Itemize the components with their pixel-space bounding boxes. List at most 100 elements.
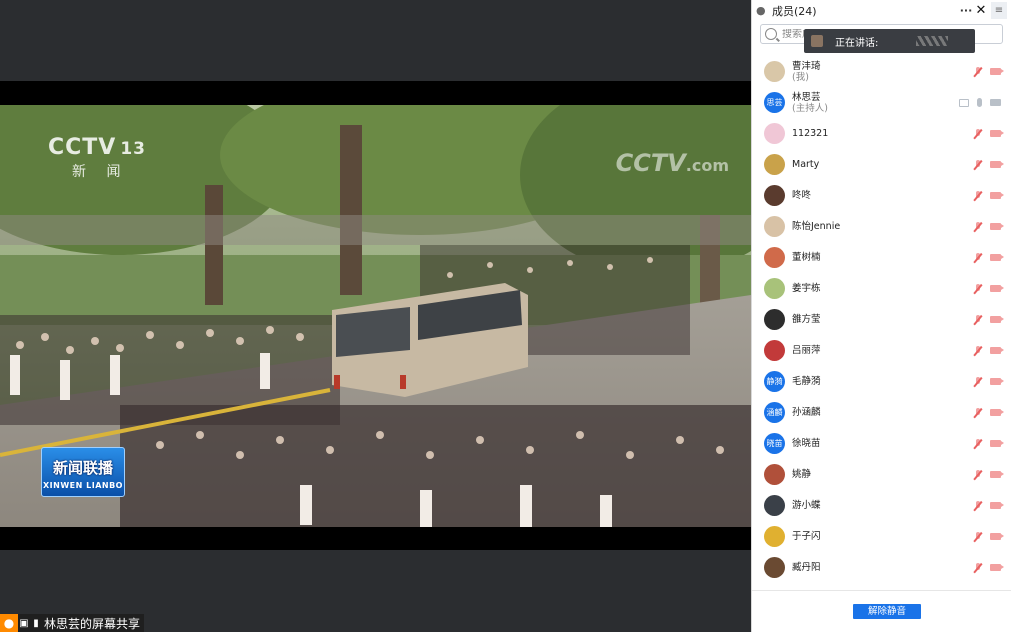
member-name-text: 112321 bbox=[792, 128, 829, 139]
member-name-text: 臧丹阳 bbox=[792, 562, 821, 573]
member-name: 姚静 bbox=[792, 469, 811, 480]
member-status bbox=[974, 283, 1004, 294]
member-list: 曹沣琦 (我) 思芸 林思芸 (主持人) 112321 Marty 咚咚陈怡Jennie 董树楠… bbox=[752, 56, 1011, 590]
member-role: (主持人) bbox=[792, 102, 828, 114]
member-status bbox=[974, 562, 1004, 573]
member-row[interactable]: 雒方莹 bbox=[752, 304, 1011, 335]
camera-icon[interactable] bbox=[990, 99, 1001, 106]
camera-off-icon[interactable] bbox=[990, 223, 1004, 230]
camera-off-icon[interactable] bbox=[990, 254, 1004, 261]
member-name: Marty bbox=[792, 159, 819, 170]
screen-share-icon: ▣ bbox=[19, 617, 29, 629]
member-role: (我) bbox=[792, 71, 809, 83]
avatar: 静漪 bbox=[764, 371, 785, 392]
camera-off-icon[interactable] bbox=[990, 192, 1004, 199]
member-status bbox=[974, 407, 1004, 418]
member-row[interactable]: 晓苗 徐晓苗 bbox=[752, 428, 1011, 459]
cctv-channel-subtitle: 新 闻 bbox=[72, 164, 129, 180]
camera-off-icon[interactable] bbox=[990, 564, 1004, 571]
microphone-muted-icon[interactable] bbox=[974, 407, 982, 418]
member-status bbox=[974, 66, 1004, 77]
letterbox-bottom bbox=[0, 527, 751, 550]
letterbox-top bbox=[0, 81, 751, 105]
member-name: 姜宇栋 bbox=[792, 283, 821, 294]
microphone-muted-icon[interactable] bbox=[974, 562, 982, 573]
microphone-muted-icon[interactable] bbox=[974, 283, 982, 294]
member-row[interactable]: 于子闪 bbox=[752, 521, 1011, 552]
member-row[interactable]: 思芸 林思芸 (主持人) bbox=[752, 87, 1011, 118]
member-status bbox=[974, 469, 1004, 480]
avatar: 涵麟 bbox=[764, 402, 785, 423]
microphone-muted-icon[interactable] bbox=[974, 500, 982, 511]
camera-off-icon[interactable] bbox=[990, 502, 1004, 509]
member-status bbox=[974, 345, 1004, 356]
avatar bbox=[764, 464, 785, 485]
screen-share-icon[interactable] bbox=[959, 98, 969, 107]
member-name: 吕丽萍 bbox=[792, 345, 821, 356]
member-name: 董树楠 bbox=[792, 252, 821, 263]
camera-off-icon[interactable] bbox=[990, 409, 1004, 416]
microphone-muted-icon[interactable] bbox=[974, 128, 982, 139]
member-row[interactable]: 吕丽萍 bbox=[752, 335, 1011, 366]
member-row[interactable]: 咚咚 bbox=[752, 180, 1011, 211]
camera-off-icon[interactable] bbox=[990, 130, 1004, 137]
members-panel-footer: 解除静音 bbox=[752, 590, 1011, 632]
camera-off-icon[interactable] bbox=[990, 378, 1004, 385]
member-row[interactable]: 静漪 毛静漪 bbox=[752, 366, 1011, 397]
camera-off-icon[interactable] bbox=[990, 316, 1004, 323]
microphone-muted-icon[interactable] bbox=[974, 190, 982, 201]
speaking-indicator-tooltip: 正在讲话: bbox=[804, 29, 975, 53]
microphone-muted-icon[interactable] bbox=[974, 252, 982, 263]
speaker-avatar bbox=[811, 35, 823, 47]
member-name-text: 孙涵麟 bbox=[792, 407, 821, 418]
member-row[interactable]: 姚静 bbox=[752, 459, 1011, 490]
menu-button[interactable]: ≡ bbox=[991, 2, 1007, 19]
member-row[interactable]: 游小蝶 bbox=[752, 490, 1011, 521]
camera-off-icon[interactable] bbox=[990, 161, 1004, 168]
member-status bbox=[974, 376, 1004, 387]
microphone-icon[interactable] bbox=[977, 98, 982, 107]
member-name: 游小蝶 bbox=[792, 500, 821, 511]
member-row[interactable]: 涵麟 孙涵麟 bbox=[752, 397, 1011, 428]
member-row[interactable]: 董树楠 bbox=[752, 242, 1011, 273]
member-row[interactable]: 臧丹阳 bbox=[752, 552, 1011, 583]
member-name: 咚咚 bbox=[792, 190, 811, 201]
member-row[interactable]: 陈怡Jennie bbox=[752, 211, 1011, 242]
member-name-text: 游小蝶 bbox=[792, 500, 821, 511]
more-options-button[interactable]: ··· bbox=[958, 4, 974, 17]
microphone-muted-icon[interactable] bbox=[974, 159, 982, 170]
member-name: 陈怡Jennie bbox=[792, 221, 840, 232]
member-name-text: 咚咚 bbox=[792, 190, 812, 201]
program-badge: 新闻联播 XINWEN LIANBO bbox=[41, 447, 125, 497]
member-name-text: 吕丽萍 bbox=[792, 345, 821, 356]
microphone-muted-icon[interactable] bbox=[974, 469, 982, 480]
member-row[interactable]: Marty bbox=[752, 149, 1011, 180]
microphone-muted-icon[interactable] bbox=[974, 221, 982, 232]
member-status bbox=[974, 159, 1004, 170]
unmute-all-button[interactable]: 解除静音 bbox=[853, 604, 921, 619]
microphone-muted-icon[interactable] bbox=[974, 438, 982, 449]
avatar bbox=[764, 154, 785, 175]
member-name-text: 林思芸 bbox=[792, 91, 821, 103]
member-status bbox=[974, 438, 1004, 449]
avatar bbox=[764, 123, 785, 144]
member-row[interactable]: 曹沣琦 (我) bbox=[752, 56, 1011, 87]
camera-off-icon[interactable] bbox=[990, 440, 1004, 447]
camera-off-icon[interactable] bbox=[990, 68, 1004, 75]
avatar bbox=[764, 61, 785, 82]
member-row[interactable]: 姜宇栋 bbox=[752, 273, 1011, 304]
close-panel-button[interactable]: ✕ bbox=[974, 3, 988, 18]
screen-share-indicator[interactable]: ● ▣ ▮ 林思芸的屏幕共享 bbox=[0, 614, 145, 632]
microphone-muted-icon[interactable] bbox=[974, 531, 982, 542]
avatar bbox=[764, 216, 785, 237]
person-icon: ● bbox=[756, 4, 766, 17]
camera-off-icon[interactable] bbox=[990, 471, 1004, 478]
member-row[interactable]: 112321 bbox=[752, 118, 1011, 149]
camera-off-icon[interactable] bbox=[990, 285, 1004, 292]
camera-off-icon[interactable] bbox=[990, 533, 1004, 540]
camera-off-icon[interactable] bbox=[990, 347, 1004, 354]
microphone-muted-icon[interactable] bbox=[974, 376, 982, 387]
microphone-muted-icon[interactable] bbox=[974, 66, 982, 77]
microphone-muted-icon[interactable] bbox=[974, 314, 982, 325]
microphone-muted-icon[interactable] bbox=[974, 345, 982, 356]
